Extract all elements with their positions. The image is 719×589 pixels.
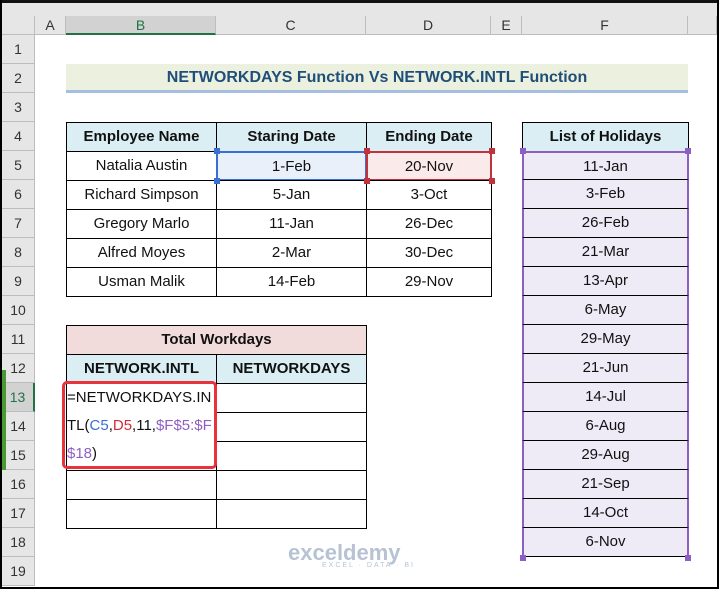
window-frame (0, 0, 719, 589)
